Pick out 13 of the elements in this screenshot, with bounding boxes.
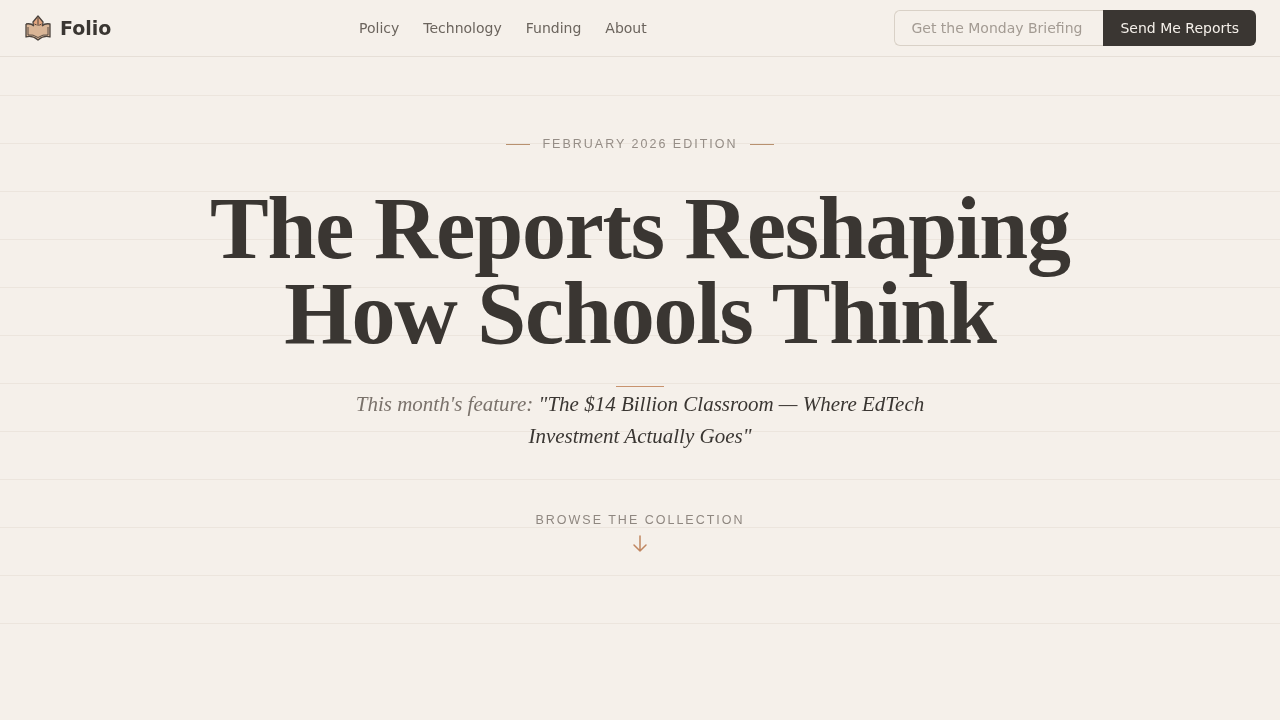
logo-link[interactable]: Folio [24,14,112,42]
email-input-field[interactable]: Get the Monday Briefing [894,10,1104,46]
hero-heading: The Reports Reshaping How Schools Think [210,186,1070,356]
book-logo-icon [24,14,52,42]
subscribe-button[interactable]: Send Me Reports [1103,10,1256,46]
edition-label: FEBRUARY 2026 EDITION [542,137,738,151]
feature-line: This month's feature: "The $14 Billion Classroom — Where EdTech Investment Actually Goes" [354,391,926,450]
nav-link[interactable]: Funding [525,20,582,36]
down-arrow-icon [632,535,648,553]
nav-link[interactable]: Technology [423,20,502,36]
nav-link[interactable]: Policy [359,20,400,36]
browse-collection-link[interactable]: BROWSE THE COLLECTION [535,513,745,553]
nav-link[interactable]: About [605,20,647,36]
